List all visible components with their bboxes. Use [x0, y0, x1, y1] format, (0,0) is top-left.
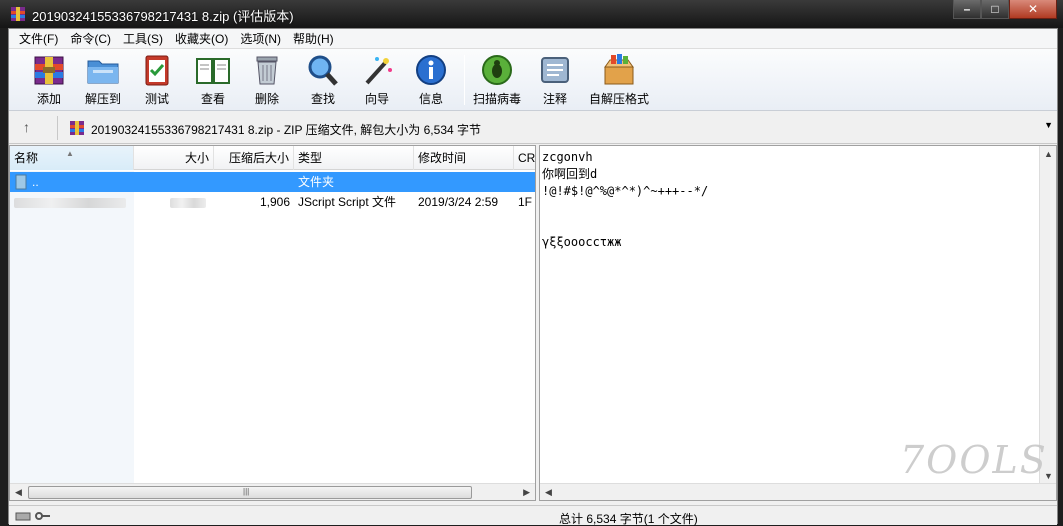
menu-options[interactable]: 选项(N) — [234, 29, 287, 49]
add-button[interactable]: 添加 — [23, 53, 75, 109]
scroll-right-icon[interactable]: ▶ — [523, 487, 530, 498]
view-button[interactable]: 查看 — [187, 53, 239, 109]
virus-scan-button[interactable]: 扫描病毒 — [471, 53, 523, 109]
folder-icon — [87, 60, 119, 84]
preview-horizontal-scrollbar[interactable]: ◀ — [540, 483, 1056, 500]
checklist-icon — [145, 55, 169, 86]
info-icon — [416, 55, 446, 85]
trash-icon — [256, 56, 278, 85]
magic-wand-icon — [365, 57, 392, 85]
drive-icon — [15, 512, 31, 521]
menu-help[interactable]: 帮助(H) — [287, 29, 340, 49]
archive-path-text: 20190324155336798217431 8.zip - ZIP 压缩文件… — [91, 123, 481, 137]
menu-tools[interactable]: 工具(S) — [117, 29, 169, 49]
sfx-button[interactable]: 自解压格式 — [587, 53, 651, 109]
file-list-header: 名称 ▲ 大小 压缩后大小 类型 修改时间 CR — [10, 146, 535, 170]
book-icon — [196, 58, 230, 84]
path-field[interactable]: 20190324155336798217431 8.zip - ZIP 压缩文件… — [65, 116, 1055, 140]
scroll-left-icon[interactable]: ◀ — [15, 487, 22, 498]
note-icon — [541, 57, 569, 83]
window-title: 20190324155336798217431 8.zip (评估版本) — [32, 9, 294, 24]
maximize-button[interactable]: □ — [981, 0, 1009, 19]
scroll-thumb[interactable]: ||| — [28, 486, 472, 499]
up-arrow-icon[interactable]: ↑ — [23, 119, 30, 135]
scroll-left-icon[interactable]: ◀ — [545, 487, 552, 498]
preview-text: zcgonvh 你啊回到d !@!#$!@^%@*^*)^~+++--*/ γξ… — [542, 150, 709, 249]
winrar-app-icon — [11, 7, 25, 21]
wizard-button[interactable]: 向导 — [351, 53, 403, 109]
table-row[interactable]: 1,906 JScript Script 文件 2019/3/24 2:59 1… — [10, 192, 535, 212]
find-button[interactable]: 查找 — [297, 53, 349, 109]
comment-button[interactable]: 注释 — [529, 53, 581, 109]
menu-favorites[interactable]: 收藏夹(O) — [169, 29, 234, 49]
file-list-pane: 名称 ▲ 大小 压缩后大小 类型 修改时间 CR .. 文件夹 1,906 JS… — [9, 145, 536, 501]
add-archive-icon — [34, 56, 64, 85]
folder-up-icon — [15, 174, 27, 190]
delete-button[interactable]: 删除 — [241, 53, 293, 109]
watermark-logo: 7OOLS — [900, 438, 1048, 482]
dropdown-arrow-icon[interactable]: ▼ — [1044, 120, 1053, 130]
address-bar: ↑ 20190324155336798217431 8.zip - ZIP 压缩… — [9, 112, 1057, 144]
column-crc[interactable]: CR — [514, 146, 535, 170]
scroll-up-icon[interactable]: ▲ — [1044, 149, 1053, 159]
menu-file[interactable]: 文件(F) — [13, 29, 64, 49]
toolbar: 添加 解压到 测试 查看 删除 查找 向导 信息 扫描病毒 注释 自解压格式 — [9, 49, 1057, 111]
table-row[interactable]: .. 文件夹 — [10, 172, 535, 192]
bug-shield-icon — [482, 55, 512, 85]
sfx-box-icon — [604, 54, 634, 85]
archive-icon — [70, 121, 84, 135]
menu-commands[interactable]: 命令(C) — [64, 29, 117, 49]
menu-bar: 文件(F) 命令(C) 工具(S) 收藏夹(O) 选项(N) 帮助(H) — [9, 29, 1057, 49]
sort-arrow-icon: ▲ — [66, 149, 74, 158]
info-button[interactable]: 信息 — [405, 53, 457, 109]
column-size[interactable]: 大小 — [134, 146, 214, 170]
extract-to-button[interactable]: 解压到 — [77, 53, 129, 109]
file-list-horizontal-scrollbar[interactable]: ◀ ||| ▶ — [10, 483, 535, 500]
minimize-button[interactable]: – — [953, 0, 981, 19]
preview-vertical-scrollbar[interactable]: ▲ ▼ — [1039, 146, 1056, 484]
status-bar: 总计 6,534 字节(1 个文件) — [9, 505, 1057, 526]
magnifier-icon — [308, 55, 338, 86]
column-packed-size[interactable]: 压缩后大小 — [214, 146, 294, 170]
status-summary: 总计 6,534 字节(1 个文件) — [559, 512, 698, 526]
column-type[interactable]: 类型 — [294, 146, 414, 170]
close-button[interactable]: ✕ — [1009, 0, 1057, 19]
title-bar[interactable]: 20190324155336798217431 8.zip (评估版本) – □… — [0, 0, 1063, 28]
test-button[interactable]: 测试 — [131, 53, 183, 109]
key-icon — [35, 512, 50, 520]
column-name[interactable]: 名称 ▲ — [10, 146, 134, 170]
column-modified[interactable]: 修改时间 — [414, 146, 514, 170]
